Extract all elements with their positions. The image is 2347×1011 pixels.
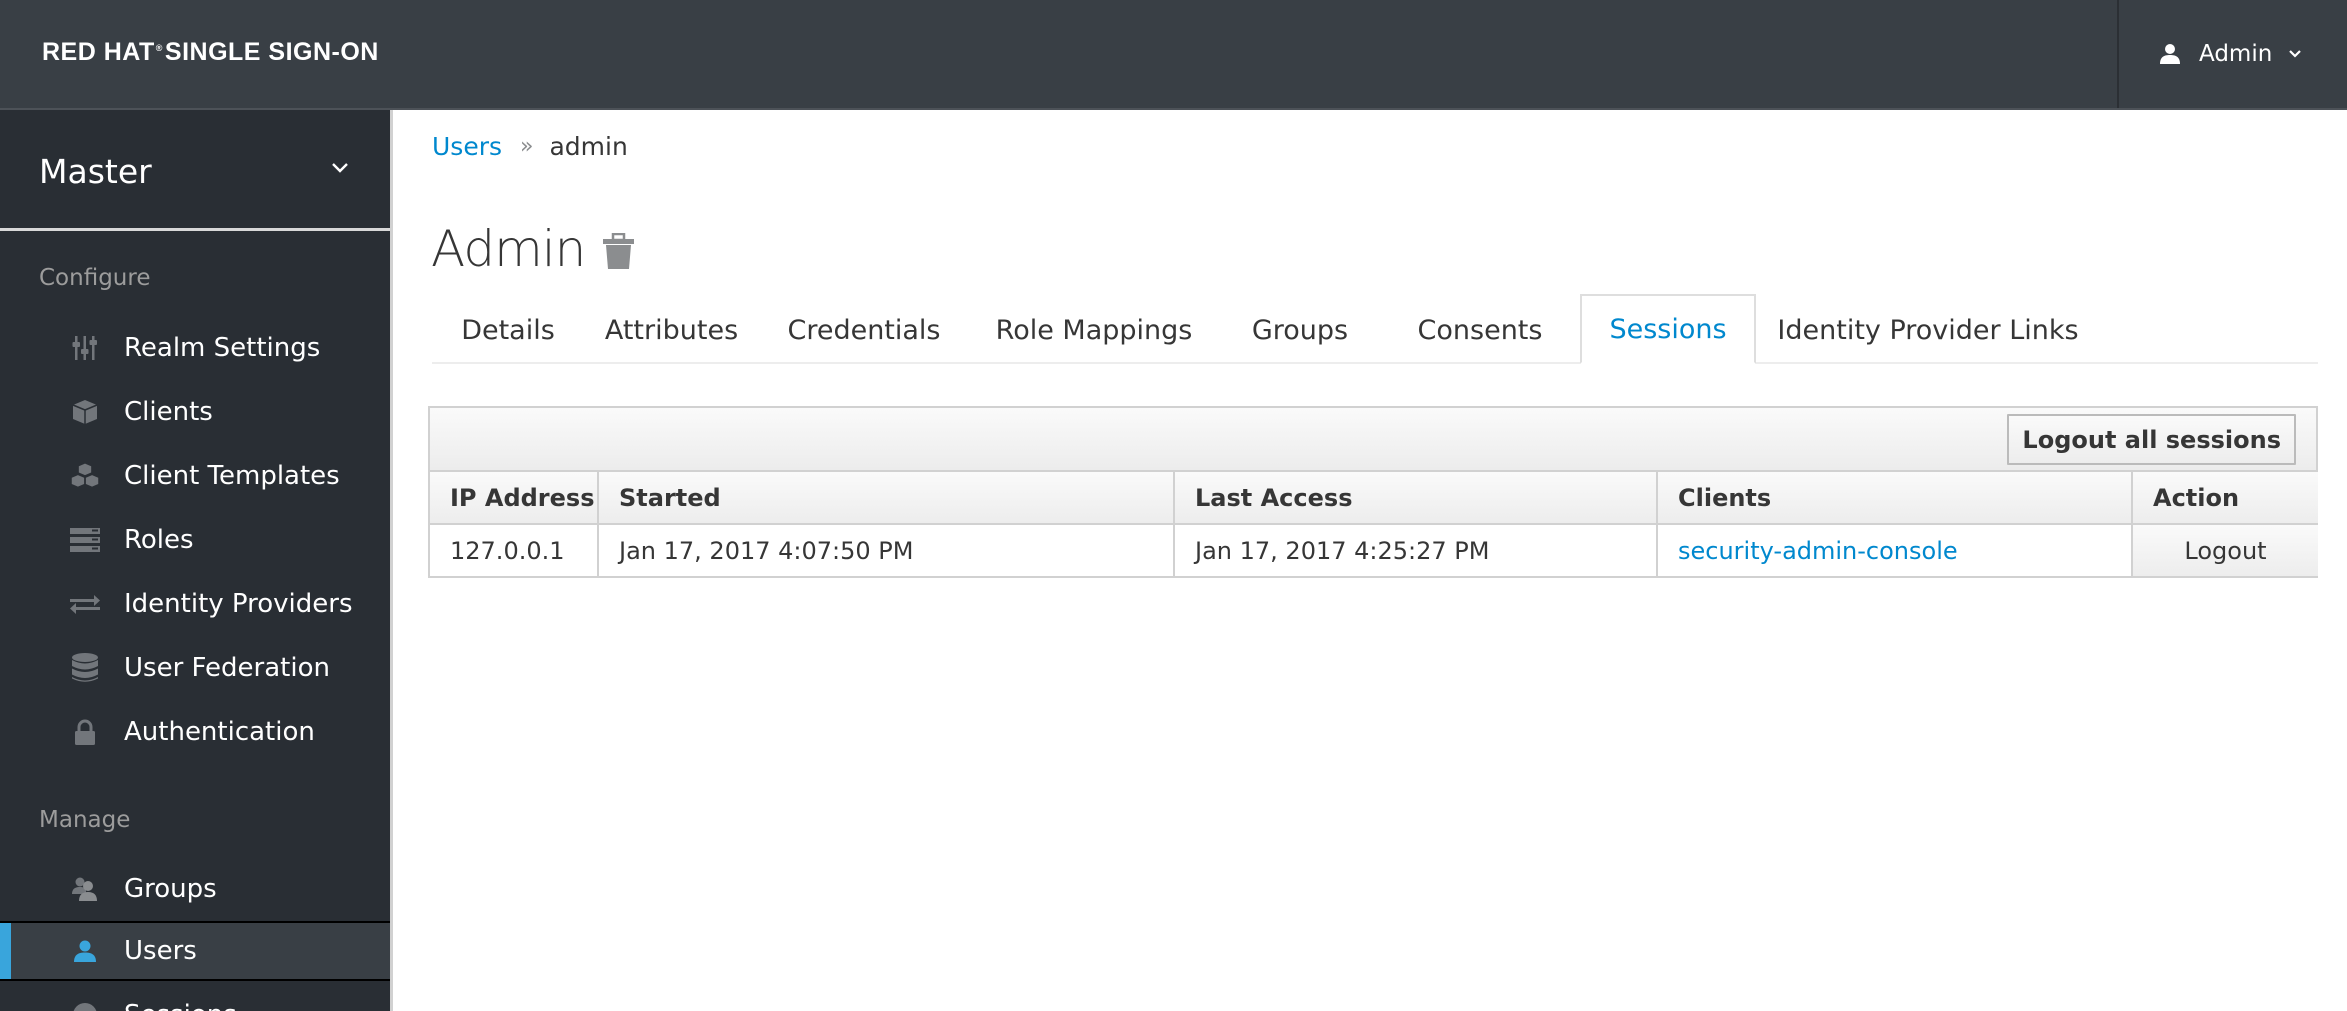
sidebar-item-label: Sessions	[124, 1000, 237, 1011]
sessions-table: Logout all sessions IP Address Started L…	[428, 406, 2318, 578]
server-icon	[70, 525, 100, 555]
brand-bold: RED HAT	[42, 38, 155, 66]
lock-icon	[70, 717, 100, 747]
cell-clients: security-admin-console	[1656, 523, 2133, 576]
sidebar-item-label: Groups	[124, 874, 217, 904]
user-menu-label: Admin	[2199, 41, 2273, 67]
sidebar-item-user-federation[interactable]: User Federation	[0, 638, 390, 698]
sidebar-item-groups[interactable]: Groups	[0, 859, 390, 919]
user-menu-dropdown[interactable]: Admin	[2117, 0, 2347, 108]
realm-selector[interactable]: Master	[0, 110, 390, 231]
table-toolbar: Logout all sessions	[430, 408, 2316, 472]
column-header-ip-address: IP Address	[430, 472, 599, 525]
sidebar-item-label: Client Templates	[124, 461, 340, 491]
tab-groups[interactable]: Groups	[1219, 296, 1381, 364]
tab-consents[interactable]: Consents	[1381, 296, 1579, 364]
sidebar-item-clients[interactable]: Clients	[0, 382, 390, 442]
sidebar-item-label: Identity Providers	[124, 589, 353, 619]
clock-icon	[70, 1000, 100, 1011]
user-icon	[70, 936, 100, 966]
page-title: Admin	[431, 220, 586, 278]
column-header-last-access: Last Access	[1173, 472, 1658, 525]
breadcrumb: Users » admin	[432, 132, 628, 161]
chevron-down-icon	[332, 163, 348, 173]
sidebar-item-label: Users	[124, 936, 197, 966]
tab-identity-provider-links[interactable]: Identity Provider Links	[1756, 296, 2100, 364]
sidebar-item-label: Roles	[124, 525, 194, 555]
sidebar-item-roles[interactable]: Roles	[0, 510, 390, 570]
tab-credentials[interactable]: Credentials	[759, 296, 969, 364]
tab-role-mappings[interactable]: Role Mappings	[969, 296, 1219, 364]
sliders-icon	[70, 333, 100, 363]
users-icon	[70, 874, 100, 904]
chevron-down-icon	[2289, 50, 2302, 58]
cube-icon	[70, 397, 100, 427]
cell-started: Jan 17, 2017 4:07:50 PM	[597, 523, 1175, 576]
brand-logo[interactable]: RED HAT®SINGLE SIGN-ON	[42, 38, 379, 67]
exchange-icon	[70, 589, 100, 619]
user-icon	[2160, 44, 2180, 64]
sidebar-item-client-templates[interactable]: Client Templates	[0, 446, 390, 506]
tab-sessions[interactable]: Sessions	[1580, 294, 1756, 364]
sidebar: Master Configure Realm Settings Clients …	[0, 110, 393, 1011]
tab-details[interactable]: Details	[432, 296, 584, 364]
sidebar-item-users[interactable]: Users	[0, 921, 390, 981]
top-navbar: RED HAT®SINGLE SIGN-ON Admin	[0, 0, 2347, 110]
brand-product: SINGLE SIGN-ON	[164, 38, 379, 66]
section-manage: Manage	[39, 807, 131, 833]
sidebar-item-label: Authentication	[124, 717, 315, 747]
table-header-row: IP Address Started Last Access Clients A…	[430, 472, 2318, 525]
client-link[interactable]: security-admin-console	[1678, 537, 1958, 565]
sidebar-item-sessions[interactable]: Sessions	[0, 985, 390, 1011]
cell-last-access: Jan 17, 2017 4:25:27 PM	[1173, 523, 1658, 576]
realm-name: Master	[39, 152, 152, 191]
user-tabs: Details Attributes Credentials Role Mapp…	[432, 294, 2318, 364]
cubes-icon	[70, 461, 100, 491]
database-icon	[70, 653, 100, 683]
sidebar-item-authentication[interactable]: Authentication	[0, 702, 390, 762]
logout-session-button[interactable]: Logout	[2131, 523, 2318, 576]
sidebar-item-realm-settings[interactable]: Realm Settings	[0, 318, 390, 378]
tab-attributes[interactable]: Attributes	[584, 296, 759, 364]
column-header-action: Action	[2131, 472, 2318, 525]
table-row: 127.0.0.1 Jan 17, 2017 4:07:50 PM Jan 17…	[430, 523, 2318, 576]
logout-all-sessions-button[interactable]: Logout all sessions	[2007, 414, 2296, 465]
section-configure: Configure	[39, 265, 151, 291]
sidebar-item-label: Clients	[124, 397, 213, 427]
sidebar-item-label: Realm Settings	[124, 333, 321, 363]
breadcrumb-users-link[interactable]: Users	[432, 132, 502, 161]
sidebar-item-label: User Federation	[124, 653, 330, 683]
trash-icon[interactable]	[602, 233, 635, 270]
column-header-clients: Clients	[1656, 472, 2133, 525]
cell-ip-address: 127.0.0.1	[430, 523, 599, 576]
breadcrumb-separator: »	[520, 134, 534, 159]
main-content: Users » admin Admin Details Attributes C…	[393, 110, 2347, 1011]
breadcrumb-current: admin	[549, 132, 628, 161]
sidebar-item-identity-providers[interactable]: Identity Providers	[0, 574, 390, 634]
column-header-started: Started	[597, 472, 1175, 525]
